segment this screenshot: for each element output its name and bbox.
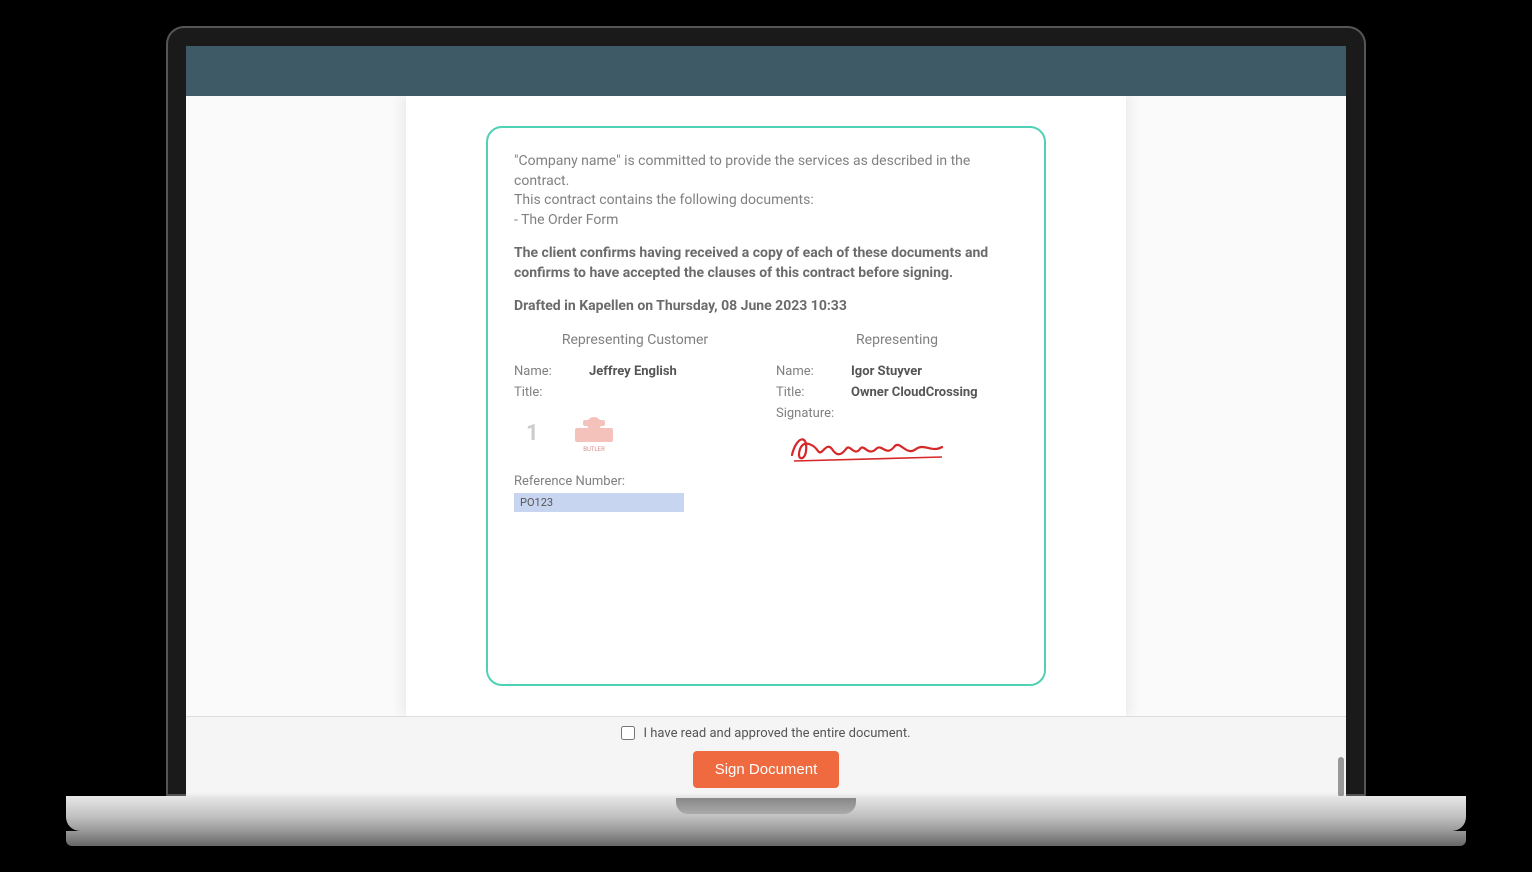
company-name-row: Name: Igor Stuyver bbox=[776, 364, 1018, 379]
signature-image bbox=[786, 427, 1018, 473]
company-title-label: Title: bbox=[776, 385, 851, 400]
approve-checkbox[interactable] bbox=[621, 726, 635, 740]
drafted-text: Drafted in Kapellen on Thursday, 08 June… bbox=[514, 298, 1018, 314]
app-screen: "Company name" is committed to provide t… bbox=[186, 46, 1346, 796]
company-name-value: Igor Stuyver bbox=[851, 364, 922, 379]
document-viewport[interactable]: "Company name" is committed to provide t… bbox=[186, 96, 1346, 716]
customer-heading: Representing Customer bbox=[514, 332, 756, 348]
intro-line-3: - The Order Form bbox=[514, 211, 1018, 231]
app-header-bar bbox=[186, 46, 1346, 96]
confirm-text: The client confirms having received a co… bbox=[514, 244, 1018, 283]
approve-label: I have read and approved the entire docu… bbox=[643, 726, 910, 741]
reference-section: Reference Number: bbox=[514, 474, 756, 512]
company-signature-label: Signature: bbox=[776, 406, 851, 421]
laptop-edge bbox=[66, 831, 1466, 846]
company-title-value: Owner CloudCrossing bbox=[851, 385, 978, 400]
company-column: Representing Name: Igor Stuyver Title: O… bbox=[776, 332, 1018, 512]
laptop-frame: "Company name" is committed to provide t… bbox=[66, 26, 1466, 846]
approve-row[interactable]: I have read and approved the entire docu… bbox=[621, 726, 910, 741]
reference-input[interactable] bbox=[514, 493, 684, 512]
footer-bar: I have read and approved the entire docu… bbox=[186, 716, 1346, 796]
laptop-bezel: "Company name" is committed to provide t… bbox=[166, 26, 1366, 796]
company-signature-row: Signature: bbox=[776, 406, 1018, 421]
laptop-notch bbox=[676, 798, 856, 814]
intro-text: "Company name" is committed to provide t… bbox=[514, 152, 1018, 230]
intro-line-1: "Company name" is committed to provide t… bbox=[514, 152, 1018, 191]
company-name-label: Name: bbox=[776, 364, 851, 379]
stamp-number: 1 bbox=[526, 421, 539, 446]
document-page: "Company name" is committed to provide t… bbox=[406, 96, 1126, 716]
sign-document-button[interactable]: Sign Document bbox=[693, 751, 840, 788]
signature-columns: Representing Customer Name: Jeffrey Engl… bbox=[514, 332, 1018, 512]
customer-name-label: Name: bbox=[514, 364, 589, 379]
reference-label: Reference Number: bbox=[514, 474, 756, 489]
stamp-area: 1 BUTLER bbox=[514, 414, 756, 454]
contract-box: "Company name" is committed to provide t… bbox=[486, 126, 1046, 686]
company-title-row: Title: Owner CloudCrossing bbox=[776, 385, 1018, 400]
customer-title-label: Title: bbox=[514, 385, 589, 400]
intro-line-2: This contract contains the following doc… bbox=[514, 191, 1018, 211]
customer-column: Representing Customer Name: Jeffrey Engl… bbox=[514, 332, 756, 512]
scrollbar-thumb[interactable] bbox=[1338, 757, 1344, 797]
customer-title-row: Title: bbox=[514, 385, 756, 400]
customer-name-value: Jeffrey English bbox=[589, 364, 677, 379]
butler-stamp-icon: BUTLER bbox=[569, 414, 619, 454]
company-heading: Representing bbox=[776, 332, 1018, 348]
customer-name-row: Name: Jeffrey English bbox=[514, 364, 756, 379]
stamp-caption: BUTLER bbox=[583, 446, 605, 453]
